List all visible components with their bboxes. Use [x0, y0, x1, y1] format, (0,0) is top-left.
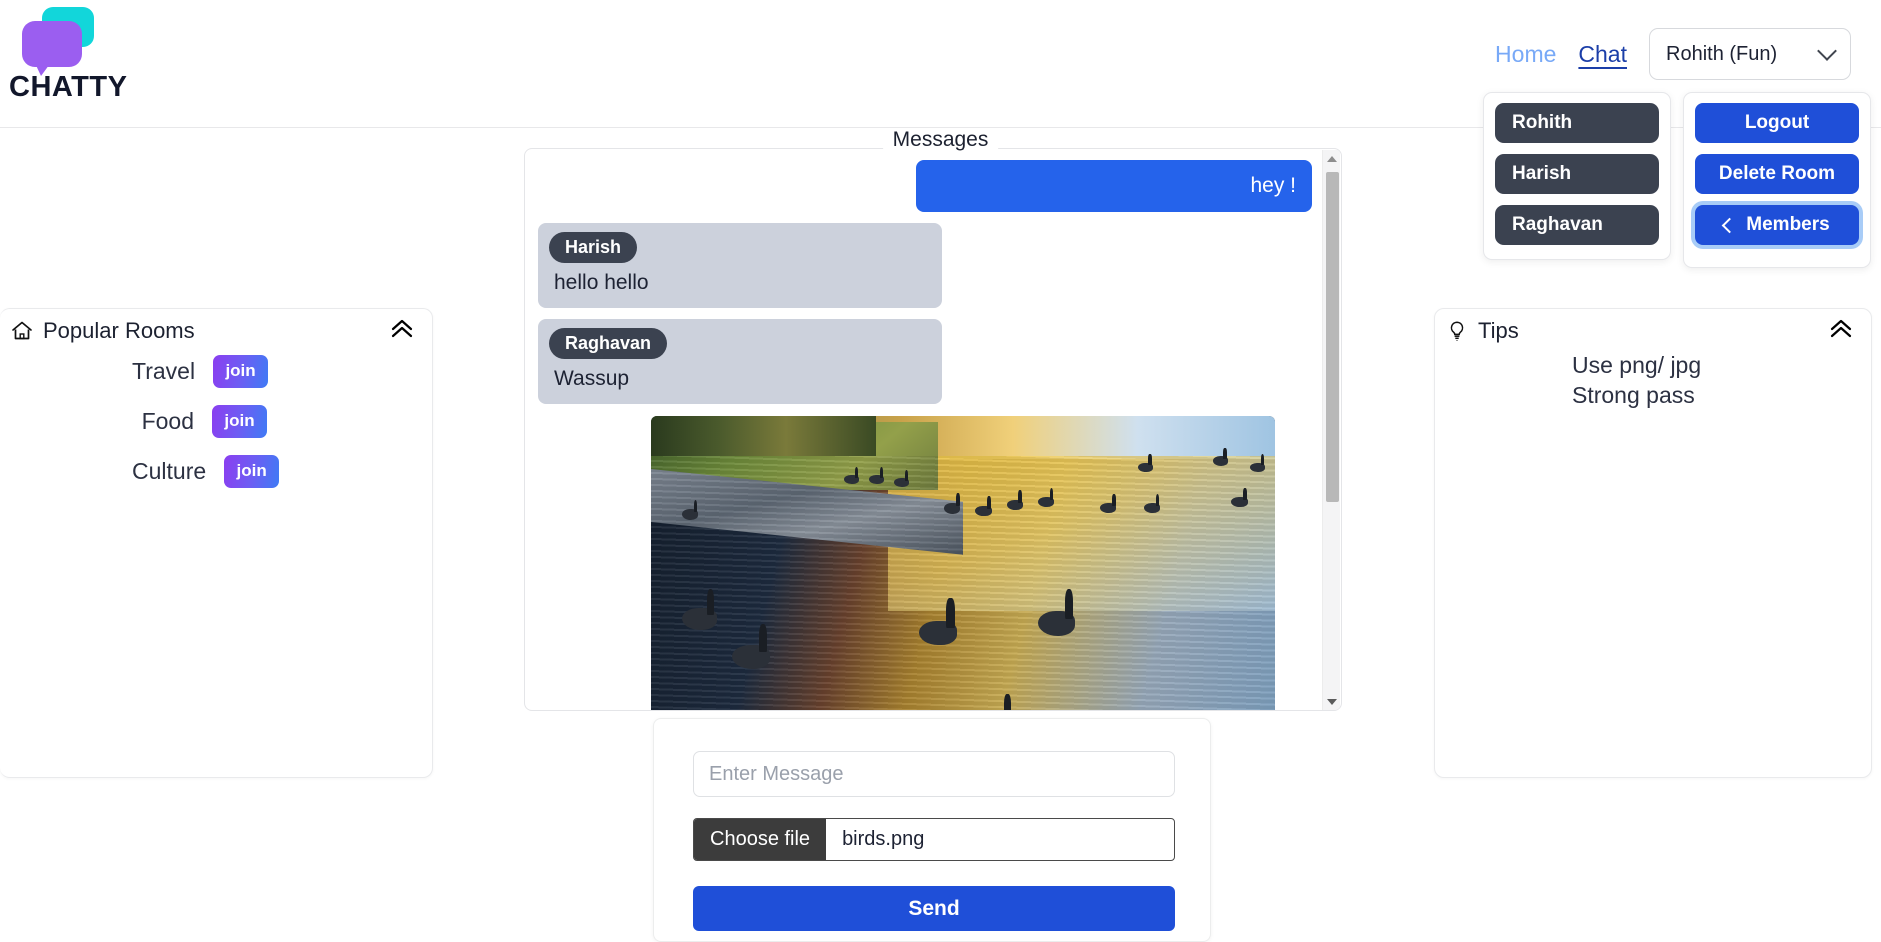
- lightbulb-icon: [1450, 321, 1464, 341]
- messages-scrollbar[interactable]: [1322, 150, 1341, 710]
- photo-goose: [682, 499, 699, 520]
- message-bubble-incoming: Raghavan Wassup: [538, 319, 942, 404]
- message-text: hello hello: [554, 271, 649, 294]
- member-item[interactable]: Raghavan: [1495, 205, 1659, 245]
- photo-goose: [1100, 493, 1117, 513]
- room-name: Culture: [132, 457, 207, 484]
- member-item[interactable]: Harish: [1495, 154, 1659, 194]
- member-item[interactable]: Rohith: [1495, 103, 1659, 143]
- photo-goose: [944, 492, 961, 514]
- popular-rooms-header: Popular Rooms: [0, 309, 432, 344]
- tip-item: Strong pass: [1572, 382, 1695, 409]
- photo-goose: [1212, 447, 1228, 466]
- messages-scroll-area[interactable]: hey ! Harish hello hello Raghavan Wassup: [526, 150, 1324, 710]
- choose-file-button[interactable]: Choose file: [694, 819, 827, 860]
- photo-goose: [1137, 453, 1153, 472]
- photo-goose: [844, 466, 860, 485]
- join-room-button[interactable]: join: [212, 404, 267, 438]
- members-button[interactable]: Members: [1695, 205, 1859, 245]
- nav-link-chat[interactable]: Chat: [1578, 41, 1627, 68]
- join-room-button[interactable]: join: [224, 454, 280, 488]
- messages-panel: hey ! Harish hello hello Raghavan Wassup: [524, 148, 1342, 711]
- tip-item: Use png/ jpg: [1572, 352, 1702, 378]
- message-image-attachment[interactable]: [651, 416, 1275, 710]
- room-list-item: Food join: [0, 396, 432, 446]
- message-row: Harish hello hello: [538, 223, 1312, 308]
- message-input[interactable]: [693, 751, 1175, 797]
- room-actions-panel: Logout Delete Room Members: [1683, 92, 1871, 268]
- chat-bubble-logo-icon: [18, 5, 104, 76]
- members-button-label: Members: [1746, 214, 1830, 235]
- tips-header: Tips: [1435, 309, 1871, 344]
- scroll-up-arrow-icon[interactable]: [1323, 150, 1341, 168]
- double-chevron-up-icon[interactable]: [388, 315, 416, 343]
- photo-goose: [682, 588, 717, 630]
- user-select-dropdown[interactable]: Rohith (Fun): [1649, 28, 1851, 80]
- scrollbar-thumb[interactable]: [1326, 172, 1339, 502]
- scroll-down-arrow-icon[interactable]: [1323, 693, 1341, 710]
- chevron-left-icon: [1722, 217, 1738, 233]
- popular-rooms-panel: Popular Rooms Travel join Food join Cult…: [0, 308, 433, 778]
- delete-room-button[interactable]: Delete Room: [1695, 154, 1859, 194]
- logo-bubble-front: [22, 21, 82, 67]
- tips-title: Tips: [1478, 318, 1519, 343]
- message-sender-badge: Raghavan: [549, 328, 668, 359]
- photo-goose: [975, 496, 992, 517]
- photo-goose: [1231, 487, 1248, 507]
- message-row: Raghavan Wassup: [538, 319, 1312, 404]
- photo-trees-layer: [651, 416, 876, 457]
- app-root: CHATTY Home Chat Rohith (Fun) Rohith Har…: [0, 0, 1881, 942]
- brand-name: CHATTY: [9, 71, 128, 103]
- rooms-list: Travel join Food join Culture join: [0, 346, 432, 496]
- message-sender-badge: Harish: [549, 232, 638, 263]
- photo-goose: [919, 598, 957, 646]
- message-text: Wassup: [554, 367, 630, 390]
- photo-goose: [894, 469, 910, 488]
- tips-panel: Tips Use png/ jpg Strong pass: [1434, 308, 1872, 778]
- messages-legend: Messages: [882, 128, 999, 152]
- message-row: hey !: [538, 160, 1312, 212]
- home-icon: [12, 321, 32, 340]
- room-list-item: Travel join: [0, 346, 432, 396]
- double-chevron-up-icon[interactable]: [1827, 315, 1855, 343]
- tips-list: Use png/ jpg Strong pass: [1435, 350, 1871, 411]
- logout-button[interactable]: Logout: [1695, 103, 1859, 143]
- message-bubble-outgoing: hey !: [916, 160, 1312, 212]
- chevron-down-icon: [1817, 41, 1837, 61]
- file-input[interactable]: Choose file birds.png: [693, 818, 1175, 861]
- nav-link-home[interactable]: Home: [1495, 41, 1556, 68]
- user-select-value: Rohith (Fun): [1666, 42, 1778, 65]
- photo-goose: [1143, 493, 1161, 513]
- photo-goose: [1004, 694, 1012, 710]
- photo-goose: [1006, 490, 1023, 511]
- photo-goose: [1037, 487, 1055, 507]
- room-name: Travel: [132, 357, 196, 384]
- photo-goose: [1250, 453, 1265, 472]
- room-name: Food: [141, 407, 194, 434]
- popular-rooms-title: Popular Rooms: [43, 318, 195, 343]
- join-room-button[interactable]: join: [213, 354, 269, 388]
- photo-goose: [1037, 589, 1076, 637]
- selected-file-name: birds.png: [842, 828, 925, 850]
- message-composer-panel: Choose file birds.png Send: [653, 718, 1211, 942]
- photo-ripple-layer: [651, 456, 1275, 710]
- photo-goose: [869, 466, 885, 485]
- members-dropdown-panel: Rohith Harish Raghavan: [1483, 92, 1671, 260]
- brand-logo[interactable]: CHATTY: [6, 5, 206, 103]
- photo-goose: [732, 624, 770, 669]
- message-bubble-incoming: Harish hello hello: [538, 223, 942, 308]
- send-button[interactable]: Send: [693, 886, 1175, 931]
- room-list-item: Culture join: [0, 446, 432, 496]
